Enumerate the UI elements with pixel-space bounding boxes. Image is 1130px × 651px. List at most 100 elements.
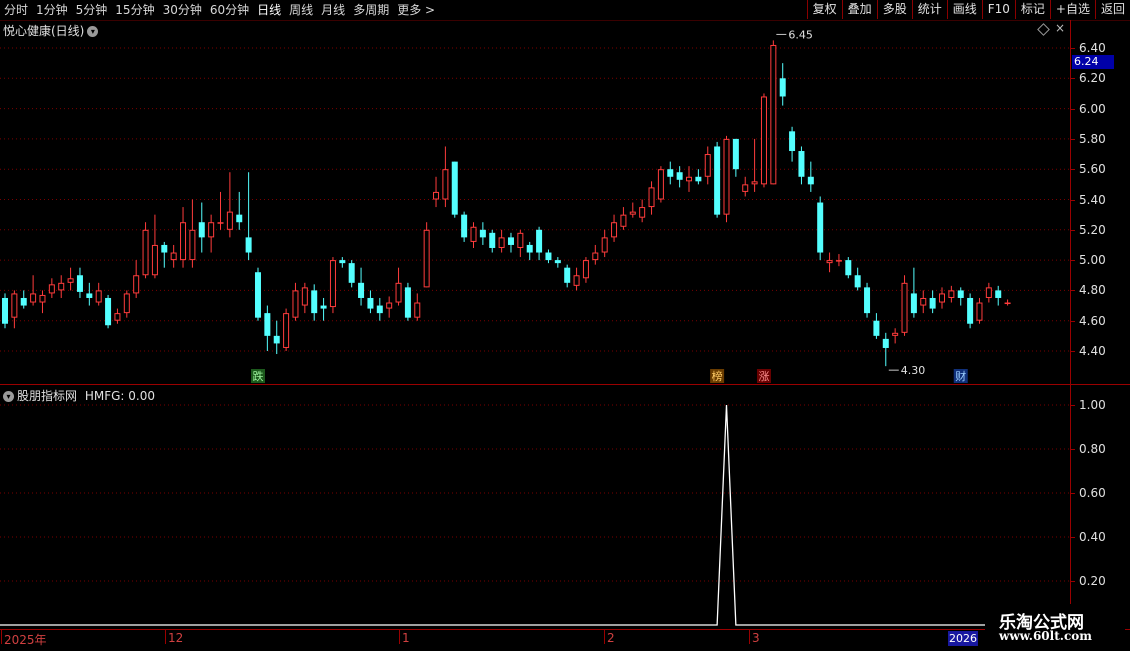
candle-body — [283, 313, 290, 348]
candlestick-chart[interactable]: 6.45 4.30 跌 榜 涨 财 — [0, 20, 1070, 384]
candle — [76, 267, 83, 298]
candle — [180, 207, 187, 268]
period-tab-4[interactable]: 30分钟 — [159, 0, 206, 20]
toolbar-button-8[interactable]: 返回 — [1094, 0, 1130, 19]
candle — [648, 181, 655, 215]
toolbar-button-1[interactable]: 叠加 — [841, 0, 877, 19]
candle-body — [620, 214, 627, 227]
candle-body — [142, 229, 149, 276]
period-tab-5[interactable]: 60分钟 — [206, 0, 253, 20]
candle — [198, 202, 205, 253]
candle — [760, 93, 767, 188]
candle — [751, 138, 758, 192]
candle-body — [348, 263, 355, 283]
watermark-url: www.60lt.com — [999, 629, 1092, 643]
toolbar-button-3[interactable]: 统计 — [911, 0, 947, 19]
candle-body — [564, 267, 571, 283]
candle-body — [770, 44, 777, 185]
toolbar-button-0[interactable]: 复权 — [806, 0, 842, 19]
event-marker-1[interactable]: 榜 — [710, 369, 725, 383]
toolbar-button-5[interactable]: F10 — [981, 0, 1015, 19]
chevron-down-icon[interactable]: ▾ — [87, 26, 99, 37]
candle-body — [329, 260, 336, 308]
date-label: 12 — [168, 631, 184, 645]
candle — [189, 199, 196, 268]
period-tab-0[interactable]: 分时 — [0, 0, 32, 20]
indicator-tick-mark — [1071, 405, 1075, 406]
period-tab-10[interactable]: 更多 > — [393, 0, 439, 20]
candle-body — [910, 293, 917, 314]
toolbar-button-2[interactable]: 多股 — [876, 0, 912, 19]
candle-body — [236, 214, 243, 223]
toolbar-button-6[interactable]: 标记 — [1014, 0, 1050, 19]
candle-body — [686, 176, 693, 182]
price-tick-label: 6.40 — [1079, 41, 1106, 55]
indicator-chart[interactable] — [0, 385, 1070, 629]
date-axis-end-label: 2026 — [948, 631, 978, 646]
event-marker-3[interactable]: 财 — [953, 369, 968, 383]
period-tab-9[interactable]: 多周期 — [349, 0, 393, 20]
stock-name: 悦心健康(日线) — [3, 24, 85, 38]
candle-body — [826, 260, 833, 264]
candle — [611, 214, 618, 242]
candle — [367, 290, 374, 314]
candle-body — [433, 191, 440, 200]
candle — [423, 222, 430, 288]
candle — [845, 257, 852, 279]
period-tab-6[interactable]: 日线 — [253, 0, 285, 20]
candle-body — [873, 320, 880, 336]
candle — [967, 293, 974, 329]
price-panel[interactable]: 6.45 4.30 跌 榜 涨 财 悦心健康(日线) ▾ × — [0, 20, 1070, 385]
toolbar-button-7[interactable]: +自选 — [1049, 0, 1095, 19]
date-label: 1 — [402, 631, 410, 645]
period-tab-7[interactable]: 周线 — [285, 0, 317, 20]
event-marker-0[interactable]: 跌 — [250, 369, 265, 383]
candle-body — [779, 78, 786, 97]
candle — [835, 254, 842, 267]
hmfg-line — [0, 404, 1008, 626]
close-icon[interactable]: × — [1055, 21, 1065, 35]
candle-body — [845, 260, 852, 276]
stock-title: 悦心健康(日线) ▾ — [3, 22, 99, 39]
candle — [901, 275, 908, 336]
candle — [732, 138, 739, 177]
candle — [779, 63, 786, 106]
candle — [995, 285, 1002, 306]
indicator-panel[interactable]: ▾ 股朋指标网 HMFG: 0.00 — [0, 385, 1070, 629]
period-tab-8[interactable]: 月线 — [317, 0, 349, 20]
period-tab-2[interactable]: 5分钟 — [72, 0, 112, 20]
candle — [442, 146, 449, 208]
toolbar-buttons: 复权 叠加 多股 统计 画线 F10 标记 +自选 返回 — [806, 0, 1130, 20]
candle — [404, 282, 411, 321]
candle-body — [404, 287, 411, 318]
candle-body — [479, 229, 486, 238]
candle-body — [948, 290, 955, 298]
candle-body — [554, 260, 561, 264]
candle — [386, 296, 393, 318]
candle-body — [507, 237, 514, 245]
event-marker-label: 榜 — [712, 369, 723, 383]
price-tick-mark — [1071, 169, 1075, 171]
candle-body — [742, 184, 749, 192]
candle-body — [582, 260, 589, 279]
candle — [629, 202, 636, 218]
toolbar-button-4[interactable]: 画线 — [946, 0, 982, 19]
period-tab-3[interactable]: 15分钟 — [111, 0, 158, 20]
candle — [451, 161, 458, 218]
candle — [695, 169, 702, 185]
price-tick-label: 6.20 — [1079, 71, 1106, 86]
candle — [817, 196, 824, 261]
chevron-down-icon[interactable]: ▾ — [3, 391, 14, 402]
price-tick-label: 6.00 — [1079, 101, 1106, 116]
candle-body — [592, 252, 599, 261]
candle-body — [798, 151, 805, 177]
candle — [864, 282, 871, 318]
candle-body — [976, 302, 983, 321]
price-tick-label: 4.80 — [1079, 283, 1106, 298]
candle — [433, 176, 440, 208]
candle-body — [58, 282, 65, 291]
candle — [873, 313, 880, 339]
low-annotation: 4.30 — [888, 364, 925, 377]
period-tab-1[interactable]: 1分钟 — [32, 0, 72, 20]
event-marker-2[interactable]: 涨 — [756, 369, 771, 383]
